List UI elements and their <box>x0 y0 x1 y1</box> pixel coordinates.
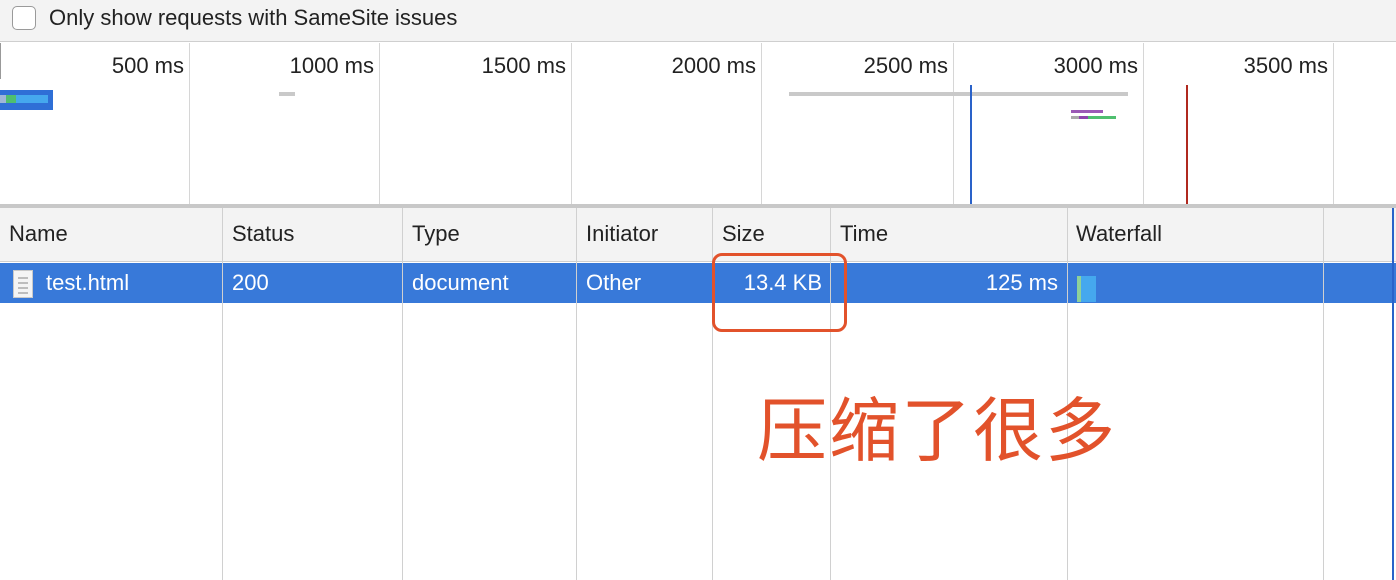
annotation-text: 压缩了很多 <box>757 390 1117 472</box>
requests-table: Name Status Type Initiator Size Time Wat… <box>0 208 1396 580</box>
column-header-type[interactable]: Type <box>412 221 460 247</box>
domcontentloaded-marker <box>970 85 972 205</box>
overview-grid-line <box>1143 43 1144 205</box>
overview-tick-label: 3000 ms <box>1053 53 1138 78</box>
network-overview[interactable]: 500 ms 1000 ms 1500 ms 2000 ms 2500 ms 3… <box>0 43 1396 205</box>
overview-request-bar <box>279 92 295 96</box>
overview-request-segment <box>16 95 48 103</box>
column-header-initiator[interactable]: Initiator <box>586 221 658 247</box>
overview-request-segment <box>1079 116 1088 119</box>
column-header-time[interactable]: Time <box>840 221 888 247</box>
filter-bar: Only show requests with SameSite issues <box>0 0 1396 42</box>
column-header-status[interactable]: Status <box>232 221 294 247</box>
column-header-name[interactable]: Name <box>9 221 68 247</box>
column-divider[interactable] <box>576 208 577 580</box>
overview-tick-label: 2000 ms <box>671 53 756 78</box>
document-icon <box>13 270 33 298</box>
samesite-filter-checkbox[interactable] <box>12 6 36 30</box>
overview-request-segment <box>1088 116 1116 119</box>
column-divider[interactable] <box>222 208 223 580</box>
overview-tick-label: 1000 ms <box>289 53 374 78</box>
overview-grid-line <box>379 43 380 205</box>
overview-tick-label: 3500 ms <box>1243 53 1328 78</box>
samesite-filter-label[interactable]: Only show requests with SameSite issues <box>49 5 457 31</box>
overview-grid-line <box>761 43 762 205</box>
cell-type: document <box>412 270 509 295</box>
overview-request-bar <box>789 92 1128 96</box>
overview-grid-line <box>571 43 572 205</box>
cell-name: test.html <box>46 270 130 295</box>
cell-status: 200 <box>232 270 269 295</box>
load-marker <box>1186 85 1188 205</box>
table-header-row: Name Status Type Initiator Size Time Wat… <box>0 208 1396 262</box>
table-row[interactable]: test.html 200 document Other 13.4 KB 125… <box>0 263 1396 303</box>
size-highlight-box <box>712 253 847 332</box>
overview-grid-line <box>953 43 954 205</box>
column-header-size[interactable]: Size <box>722 221 765 247</box>
waterfall-download-segment <box>1081 276 1096 302</box>
waterfall-grid-line <box>1323 208 1324 580</box>
overview-tick-label: 2500 ms <box>863 53 948 78</box>
cell-time: 125 ms <box>985 270 1058 295</box>
overview-start-line <box>0 43 1 79</box>
column-divider[interactable] <box>402 208 403 580</box>
overview-tick-label: 500 ms <box>111 53 184 78</box>
overview-grid-line <box>189 43 190 205</box>
overview-request-segment <box>1071 116 1079 119</box>
overview-request-segment <box>6 95 16 103</box>
column-header-waterfall[interactable]: Waterfall <box>1076 221 1162 247</box>
overview-tick-label: 1500 ms <box>481 53 566 78</box>
overview-grid-line <box>1333 43 1334 205</box>
cell-initiator: Other <box>586 270 642 295</box>
load-marker-line <box>1392 208 1394 580</box>
overview-request-bar <box>1071 110 1103 113</box>
